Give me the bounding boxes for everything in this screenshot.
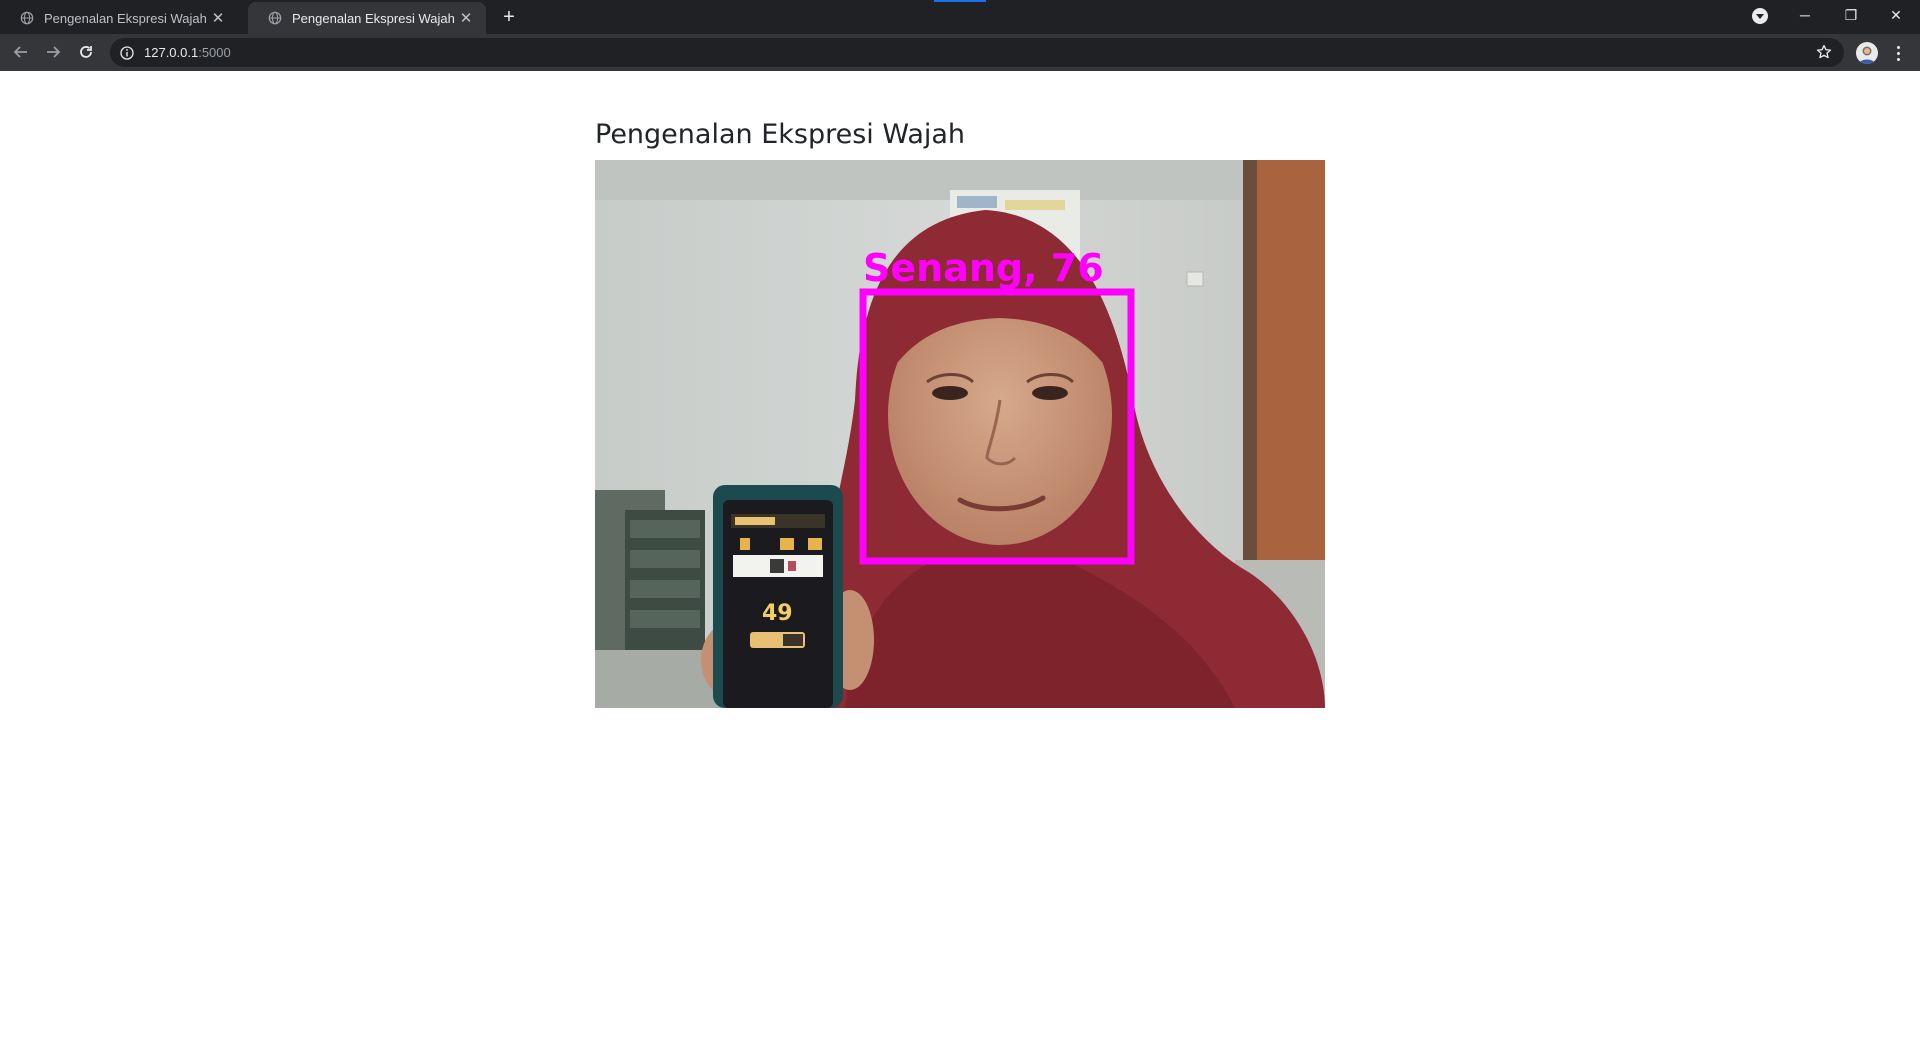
forward-button[interactable] xyxy=(41,40,65,64)
video-feed: 49 Senang, 76 xyxy=(595,160,1325,708)
reload-icon xyxy=(80,46,92,58)
avatar-icon[interactable] xyxy=(1856,42,1878,64)
plus-icon[interactable]: + xyxy=(498,6,520,28)
tab-2[interactable]: Pengenalan Ekspresi Wajah ✕ xyxy=(248,2,486,34)
tab-title: Pengenalan Ekspresi Wajah xyxy=(292,10,455,26)
close-icon[interactable]: ✕ xyxy=(210,10,226,27)
browser-toolbar: 127.0.0.1:5000 xyxy=(0,34,1920,71)
globe-icon xyxy=(268,11,282,25)
url-host: 127.0.0.1 xyxy=(144,45,199,60)
globe-icon xyxy=(20,11,34,25)
forward-icon xyxy=(47,46,61,58)
tab-1[interactable]: Pengenalan Ekspresi Wajah ✕ xyxy=(0,2,238,34)
tab-title: Pengenalan Ekspresi Wajah xyxy=(44,10,207,26)
star-icon[interactable] xyxy=(1816,44,1832,60)
tab-search-icon[interactable] xyxy=(1752,8,1768,24)
webcam-frame: 49 Senang, 76 xyxy=(595,160,1325,708)
info-icon[interactable] xyxy=(120,45,134,60)
restore-button[interactable]: ❐ xyxy=(1836,4,1866,26)
top-indicator xyxy=(934,0,986,2)
more-icon[interactable] xyxy=(1890,42,1906,64)
close-icon[interactable]: ✕ xyxy=(458,10,474,27)
page-content: Pengenalan Ekspresi Wajah 49 Senang, 76 xyxy=(0,71,1920,1040)
reload-button[interactable] xyxy=(74,40,98,64)
minimize-button[interactable]: ─ xyxy=(1790,4,1820,26)
page-title: Pengenalan Ekspresi Wajah xyxy=(595,119,966,150)
phone-screen-number: 49 xyxy=(762,601,793,626)
close-window-button[interactable]: ✕ xyxy=(1881,4,1911,26)
tab-strip: Pengenalan Ekspresi Wajah ✕ Pengenalan E… xyxy=(0,0,1920,34)
detection-label: Senang, 76 xyxy=(863,246,1104,290)
back-icon xyxy=(13,46,27,58)
back-button[interactable] xyxy=(9,40,33,64)
address-bar[interactable]: 127.0.0.1:5000 xyxy=(110,38,1844,67)
url-port: :5000 xyxy=(198,45,231,60)
